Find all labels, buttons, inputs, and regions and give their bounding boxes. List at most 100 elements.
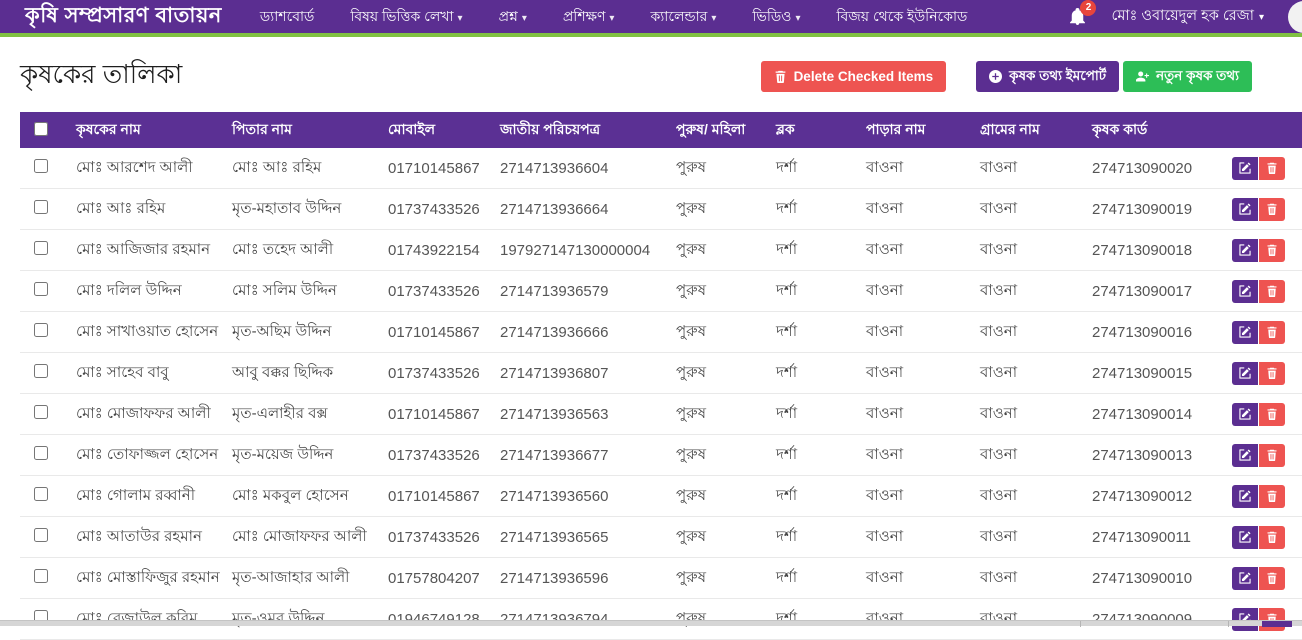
village-name-cell: বাওনা xyxy=(972,148,1084,189)
delete-checked-items-button[interactable]: Delete Checked Items xyxy=(761,61,947,92)
para-name-cell: বাওনা xyxy=(858,312,972,353)
mobile-cell: 01743922154 xyxy=(380,230,492,271)
nav-item-topic-articles[interactable]: বিষয় ভিত্তিক লেখা▾ xyxy=(350,5,462,29)
para-name-cell: বাওনা xyxy=(858,517,972,558)
row-checkbox[interactable] xyxy=(34,282,48,296)
nid-cell: 197927147130000004 xyxy=(492,230,668,271)
mobile-cell: 01737433526 xyxy=(380,435,492,476)
user-menu[interactable]: মোঃ ওবায়েদুল হক রেজা▾ xyxy=(1111,5,1264,29)
farmer-name-cell: মোঃ আরশেদ আলী xyxy=(68,148,224,189)
row-actions-cell xyxy=(1224,271,1302,312)
farmers-table: কৃষকের নাম পিতার নাম মোবাইল জাতীয় পরিচয… xyxy=(20,112,1302,640)
edit-row-button[interactable] xyxy=(1232,526,1258,549)
edit-row-button[interactable] xyxy=(1232,567,1258,590)
gender-cell: পুরুষ xyxy=(668,394,768,435)
edit-row-button[interactable] xyxy=(1232,280,1258,303)
nid-cell: 2714713936560 xyxy=(492,476,668,517)
para-name-cell: বাওনা xyxy=(858,148,972,189)
father-name-cell: মোঃ সলিম উদ্দিন xyxy=(224,271,380,312)
farmer-name-cell: মোঃ আঃ রহিম xyxy=(68,189,224,230)
gender-cell: পুরুষ xyxy=(668,189,768,230)
row-checkbox[interactable] xyxy=(34,446,48,460)
nid-cell: 2714713936807 xyxy=(492,353,668,394)
para-name-cell: বাওনা xyxy=(858,271,972,312)
edit-icon xyxy=(1239,572,1251,584)
delete-row-button[interactable] xyxy=(1259,157,1285,180)
edit-icon xyxy=(1239,367,1251,379)
village-name-cell: বাওনা xyxy=(972,476,1084,517)
chevron-down-icon: ▾ xyxy=(1259,12,1264,23)
para-name-cell: বাওনা xyxy=(858,476,972,517)
table-row: মোঃ সাহেব বাবুআবু বক্কর ছিদ্দিক017374335… xyxy=(20,353,1302,394)
farmer-name-cell: মোঃ গোলাম রব্বানী xyxy=(68,476,224,517)
delete-row-button[interactable] xyxy=(1259,444,1285,467)
row-checkbox[interactable] xyxy=(34,487,48,501)
trash-icon xyxy=(1266,490,1278,502)
father-name-cell: আবু বক্কর ছিদ্দিক xyxy=(224,353,380,394)
table-row: মোঃ মোস্তাফিজুর রহমানমৃত-আজাহার আলী01757… xyxy=(20,558,1302,599)
delete-row-button[interactable] xyxy=(1259,239,1285,262)
village-name-cell: বাওনা xyxy=(972,394,1084,435)
farmer-card-cell: 274713090017 xyxy=(1084,271,1224,312)
edit-row-button[interactable] xyxy=(1232,239,1258,262)
delete-row-button[interactable] xyxy=(1259,567,1285,590)
mobile-cell: 01946749128 xyxy=(380,599,492,640)
delete-row-button[interactable] xyxy=(1259,526,1285,549)
row-checkbox-cell xyxy=(20,312,68,353)
select-all-checkbox[interactable] xyxy=(34,122,48,136)
delete-row-button[interactable] xyxy=(1259,280,1285,303)
delete-row-button[interactable] xyxy=(1259,362,1285,385)
edit-row-button[interactable] xyxy=(1232,608,1258,631)
row-checkbox-cell xyxy=(20,517,68,558)
edit-icon xyxy=(1239,326,1251,338)
delete-row-button[interactable] xyxy=(1259,321,1285,344)
village-name-cell: বাওনা xyxy=(972,271,1084,312)
chevron-down-icon: ▾ xyxy=(711,13,716,24)
delete-row-button[interactable] xyxy=(1259,198,1285,221)
header-nid: জাতীয় পরিচয়পত্র xyxy=(492,112,668,148)
nav-item-questions[interactable]: প্রশ্ন▾ xyxy=(499,5,527,29)
nav-item-dashboard[interactable]: ড্যাশবোর্ড xyxy=(260,5,315,29)
notification-count-badge: 2 xyxy=(1080,0,1096,16)
gender-cell: পুরুষ xyxy=(668,599,768,640)
delete-row-button[interactable] xyxy=(1259,485,1285,508)
table-row: মোঃ দলিল উদ্দিনমোঃ সলিম উদ্দিন0173743352… xyxy=(20,271,1302,312)
edit-icon xyxy=(1239,203,1251,215)
para-name-cell: বাওনা xyxy=(858,189,972,230)
edit-row-button[interactable] xyxy=(1232,198,1258,221)
edit-row-button[interactable] xyxy=(1232,444,1258,467)
nav-item-training[interactable]: প্রশিক্ষণ▾ xyxy=(563,5,615,29)
row-actions-cell xyxy=(1224,189,1302,230)
row-checkbox[interactable] xyxy=(34,323,48,337)
edit-row-button[interactable] xyxy=(1232,362,1258,385)
row-checkbox[interactable] xyxy=(34,569,48,583)
edit-row-button[interactable] xyxy=(1232,485,1258,508)
farmer-name-cell: মোঃ তোফাজ্জল হোসেন xyxy=(68,435,224,476)
edit-row-button[interactable] xyxy=(1232,403,1258,426)
nav-item-video[interactable]: ভিডিও▾ xyxy=(752,5,800,29)
new-farmer-button[interactable]: নতুন কৃষক তথ্য xyxy=(1123,61,1252,92)
block-cell: দর্শা xyxy=(768,394,858,435)
gender-cell: পুরুষ xyxy=(668,435,768,476)
user-avatar[interactable] xyxy=(1288,1,1302,33)
gender-cell: পুরুষ xyxy=(668,476,768,517)
row-checkbox[interactable] xyxy=(34,528,48,542)
edit-row-button[interactable] xyxy=(1232,157,1258,180)
delete-row-button[interactable] xyxy=(1259,608,1285,631)
father-name-cell: মৃত-এলাহীর বক্স xyxy=(224,394,380,435)
row-checkbox[interactable] xyxy=(34,200,48,214)
nav-item-bijoy-to-unicode[interactable]: বিজয় থেকে ইউনিকোড xyxy=(836,5,967,29)
plus-circle-icon xyxy=(989,70,1002,83)
nav-item-calendar[interactable]: ক্যালেন্ডার▾ xyxy=(650,5,716,29)
edit-row-button[interactable] xyxy=(1232,321,1258,344)
row-checkbox[interactable] xyxy=(34,241,48,255)
import-farmer-data-button[interactable]: কৃষক তথ্য ইমপোর্ট xyxy=(976,61,1119,92)
block-cell: দর্শা xyxy=(768,230,858,271)
brand-title[interactable]: কৃষি সম্প্রসারণ বাতায়ন xyxy=(25,0,222,34)
row-checkbox[interactable] xyxy=(34,405,48,419)
notifications-button[interactable]: 2 xyxy=(1069,8,1087,26)
row-checkbox[interactable] xyxy=(34,364,48,378)
delete-row-button[interactable] xyxy=(1259,403,1285,426)
farmer-name-cell: মোঃ আজিজার রহমান xyxy=(68,230,224,271)
row-checkbox[interactable] xyxy=(34,159,48,173)
